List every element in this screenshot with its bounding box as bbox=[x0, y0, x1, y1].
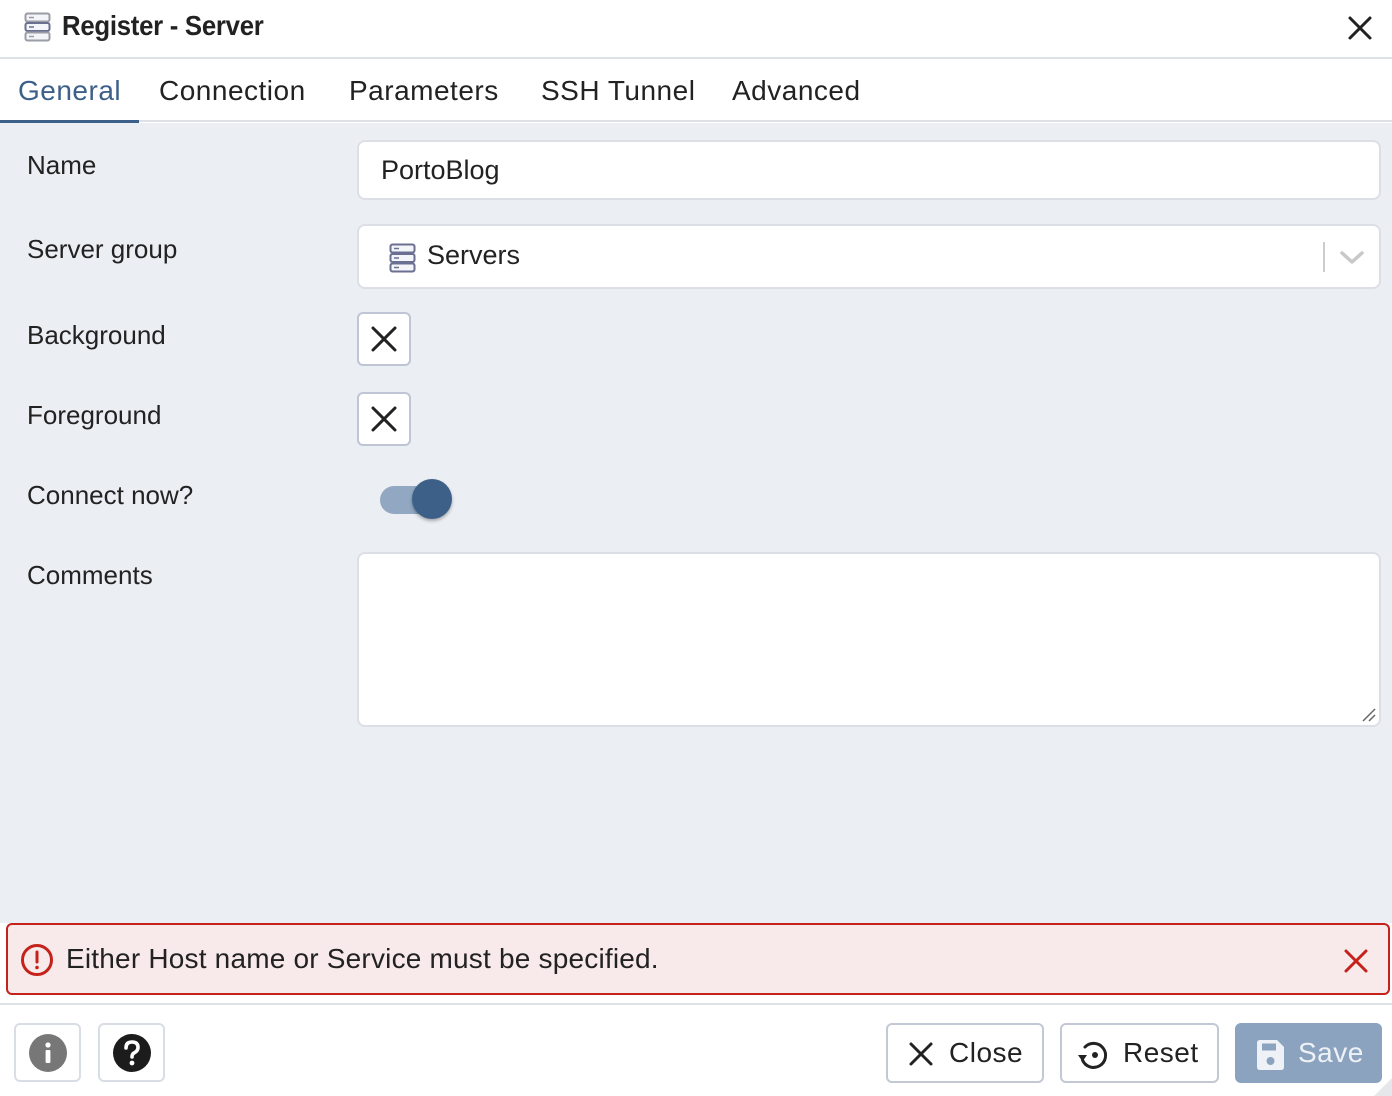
comments-textarea[interactable] bbox=[357, 552, 1381, 727]
save-label: Save bbox=[1298, 1037, 1364, 1068]
close-label: Close bbox=[949, 1037, 1024, 1068]
tab-general[interactable]: General bbox=[0, 60, 139, 124]
dialog-footer: Close Reset Save bbox=[0, 1003, 1392, 1096]
help-icon bbox=[113, 1034, 151, 1072]
reset-label: Reset bbox=[1123, 1037, 1199, 1068]
connect-now-label: Connect now? bbox=[27, 480, 194, 510]
server-icon bbox=[24, 12, 51, 42]
select-separator bbox=[1323, 242, 1325, 272]
name-input[interactable]: PortoBlog bbox=[357, 140, 1381, 200]
tab-ssh-tunnel[interactable]: SSH Tunnel bbox=[521, 60, 715, 122]
chevron-down-icon[interactable] bbox=[1339, 250, 1365, 266]
foreground-color-picker[interactable] bbox=[357, 392, 411, 446]
server-group-label: Server group bbox=[27, 234, 178, 264]
connect-now-toggle[interactable] bbox=[380, 479, 452, 521]
dismiss-error-icon[interactable] bbox=[1342, 947, 1370, 975]
window-resize-grip-icon[interactable] bbox=[1372, 1076, 1392, 1096]
server-group-select[interactable]: Servers bbox=[357, 224, 1381, 289]
name-label: Name bbox=[27, 150, 97, 180]
info-icon bbox=[29, 1034, 67, 1072]
tab-advanced[interactable]: Advanced bbox=[712, 60, 881, 122]
general-tab-panel: Name PortoBlog Server group Servers Back… bbox=[0, 123, 1392, 923]
close-icon[interactable] bbox=[1346, 14, 1374, 42]
resize-grip-icon[interactable] bbox=[1361, 707, 1377, 723]
server-group-value: Servers bbox=[427, 240, 521, 270]
error-notification: Either Host name or Service must be spec… bbox=[6, 923, 1390, 995]
tab-bar: General Connection Parameters SSH Tunnel… bbox=[0, 60, 1392, 124]
error-message: Either Host name or Service must be spec… bbox=[66, 943, 659, 974]
save-icon bbox=[1257, 1040, 1284, 1070]
dialog-title: Register - Server bbox=[62, 10, 264, 41]
help-button[interactable] bbox=[98, 1023, 165, 1082]
reset-button[interactable]: Reset bbox=[1060, 1023, 1219, 1083]
toggle-knob bbox=[412, 479, 452, 519]
background-label: Background bbox=[27, 320, 166, 350]
clear-color-icon bbox=[371, 406, 397, 432]
comments-label: Comments bbox=[27, 560, 153, 590]
clear-color-icon bbox=[371, 326, 397, 352]
foreground-label: Foreground bbox=[27, 400, 162, 430]
tab-parameters[interactable]: Parameters bbox=[329, 60, 519, 122]
save-button[interactable]: Save bbox=[1235, 1023, 1382, 1083]
close-button[interactable]: Close bbox=[886, 1023, 1044, 1083]
dialog-title-bar: Register - Server bbox=[0, 0, 1392, 59]
name-value: PortoBlog bbox=[381, 155, 500, 185]
background-color-picker[interactable] bbox=[357, 312, 411, 366]
close-icon bbox=[909, 1042, 933, 1066]
info-button[interactable] bbox=[14, 1023, 81, 1082]
tab-connection[interactable]: Connection bbox=[139, 60, 326, 122]
server-group-icon bbox=[389, 243, 416, 273]
error-circle-icon bbox=[21, 944, 53, 976]
reset-icon bbox=[1078, 1041, 1108, 1069]
